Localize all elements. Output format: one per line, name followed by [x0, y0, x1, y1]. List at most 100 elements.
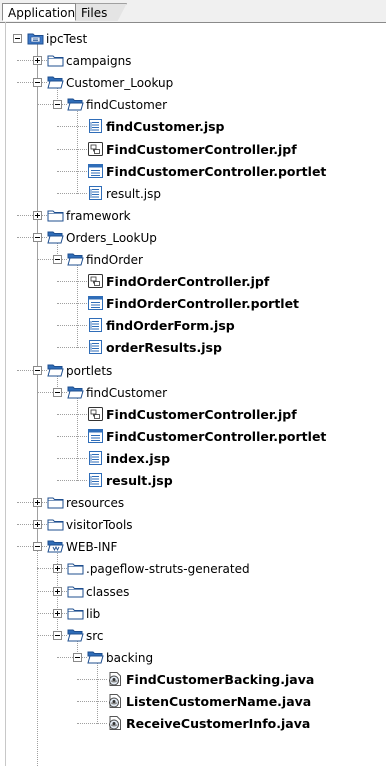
expand-icon[interactable]	[53, 587, 62, 596]
tree-item[interactable]: src	[37, 626, 386, 648]
jpf-file-icon	[87, 406, 104, 422]
tree-item[interactable]: FindOrderController.portlet	[57, 294, 386, 316]
collapse-icon[interactable]	[13, 34, 22, 43]
java-file-icon	[107, 693, 124, 709]
collapse-icon[interactable]	[53, 255, 62, 264]
tree-connector-stub	[77, 701, 107, 702]
tree-item[interactable]: FindCustomerController.portlet	[57, 427, 386, 449]
tab-files[interactable]: Files	[75, 3, 127, 21]
collapse-icon[interactable]	[53, 100, 62, 109]
tree-connector-stub	[37, 613, 67, 614]
portlet-file-icon	[87, 428, 104, 444]
tree-item-label: WEB-INF	[66, 540, 118, 554]
tree-item[interactable]: ListenCustomerName.java	[77, 692, 386, 714]
tree-item-label: ListenCustomerName.java	[126, 694, 312, 709]
collapse-icon[interactable]	[53, 388, 62, 397]
webinf-folder-icon	[47, 538, 64, 554]
folder-open-icon	[67, 96, 84, 112]
tree-item[interactable]: ipcTest	[13, 29, 386, 51]
tree-connector-stub	[37, 635, 67, 636]
folder-closed-icon	[67, 560, 84, 576]
collapse-icon[interactable]	[33, 366, 42, 375]
collapse-icon[interactable]	[73, 653, 82, 662]
tree-item[interactable]: findOrderForm.jsp	[57, 316, 386, 338]
tree-item[interactable]: campaigns	[17, 51, 386, 73]
folder-open-icon	[47, 229, 64, 245]
tree-item[interactable]: orderResults.jsp	[57, 338, 386, 360]
jsp-file-icon	[87, 317, 104, 333]
tree-item[interactable]: framework	[17, 206, 386, 228]
jsp-file-icon	[87, 185, 104, 201]
tree-item[interactable]: findCustomer	[37, 383, 386, 405]
tree-connector-stub	[37, 591, 67, 592]
tree-connector-stub	[57, 458, 87, 459]
tree-item[interactable]: FindCustomerBacking.java	[77, 670, 386, 692]
tree-item[interactable]: findOrder	[37, 250, 386, 272]
tree-item-label: FindCustomerBacking.java	[126, 672, 315, 687]
tree-connector-stub	[57, 281, 87, 282]
tree-item-label: .pageflow-struts-generated	[86, 562, 250, 576]
folder-closed-icon	[67, 583, 84, 599]
tree-item[interactable]: index.jsp	[57, 449, 386, 471]
tree-item-label: findCustomer	[86, 386, 168, 400]
folder-open-icon	[67, 627, 84, 643]
tree-connector-stub	[17, 546, 47, 547]
tree-item[interactable]: findCustomer	[37, 95, 386, 117]
collapse-icon[interactable]	[33, 233, 42, 242]
tree-item[interactable]: WEB-INF	[17, 537, 386, 559]
expand-icon[interactable]	[33, 498, 42, 507]
expand-icon[interactable]	[53, 609, 62, 618]
folder-open-icon	[67, 251, 84, 267]
tree-connector-stub	[17, 502, 47, 503]
tree-item-label: FindCustomerController.portlet	[106, 164, 327, 179]
tab-application[interactable]: Application	[2, 3, 76, 21]
tree-item-label: findOrder	[86, 253, 143, 267]
portlet-file-icon	[87, 163, 104, 179]
expand-icon[interactable]	[33, 520, 42, 529]
tree-item-label: Customer_Lookup	[66, 76, 174, 90]
tree-item[interactable]: resources	[17, 493, 386, 515]
collapse-icon[interactable]	[33, 542, 42, 551]
tree-item[interactable]: classes	[37, 582, 386, 604]
tree-connector-stub	[37, 104, 67, 105]
tree-item-label: resources	[66, 496, 125, 510]
tree-item-label: result.jsp	[106, 187, 161, 201]
tree-item[interactable]: lib	[37, 604, 386, 626]
jsp-file-icon	[87, 450, 104, 466]
collapse-icon[interactable]	[53, 631, 62, 640]
tree-item[interactable]: Orders_LookUp	[17, 228, 386, 250]
expand-icon[interactable]	[33, 56, 42, 65]
tree-item[interactable]: result.jsp	[57, 471, 386, 493]
tree-item-label: FindOrderController.portlet	[106, 296, 300, 311]
tree-item-label: FindCustomerController.jpf	[106, 407, 297, 422]
tree-item[interactable]: FindOrderController.jpf	[57, 272, 386, 294]
tree-item[interactable]: FindCustomerController.portlet	[57, 162, 386, 184]
tree-item[interactable]: portlets	[17, 361, 386, 383]
tree-item[interactable]: result.jsp	[57, 184, 386, 206]
panel-divider	[0, 22, 6, 766]
expand-icon[interactable]	[53, 564, 62, 573]
tree-connector-stub	[57, 657, 87, 658]
collapse-icon[interactable]	[33, 78, 42, 87]
expand-icon[interactable]	[33, 211, 42, 220]
tree-item[interactable]: FindCustomerController.jpf	[57, 405, 386, 427]
tree-item-label: Orders_LookUp	[66, 231, 157, 245]
tree-item[interactable]: ReceiveCustomerInfo.java	[77, 714, 386, 736]
tree-item[interactable]: backing	[57, 648, 386, 670]
tree-item-label: ReceiveCustomerInfo.java	[126, 716, 311, 731]
java-file-icon	[107, 715, 124, 731]
tree-connector-stub	[57, 414, 87, 415]
portlet-file-icon	[87, 295, 104, 311]
tree-item-label: index.jsp	[106, 451, 171, 466]
tree-item[interactable]: .pageflow-struts-generated	[37, 559, 386, 581]
jsp-file-icon	[87, 472, 104, 488]
folder-closed-icon	[67, 605, 84, 621]
tab-bar: Application Files	[0, 0, 386, 23]
tree-item[interactable]: visitorTools	[17, 515, 386, 537]
tree-item[interactable]: FindCustomerController.jpf	[57, 140, 386, 162]
tree-connector-stub	[17, 237, 47, 238]
tree-item[interactable]: findCustomer.jsp	[57, 117, 386, 139]
jsp-file-icon	[87, 118, 104, 134]
tree-item[interactable]: Customer_Lookup	[17, 73, 386, 95]
folder-closed-icon	[47, 494, 64, 510]
